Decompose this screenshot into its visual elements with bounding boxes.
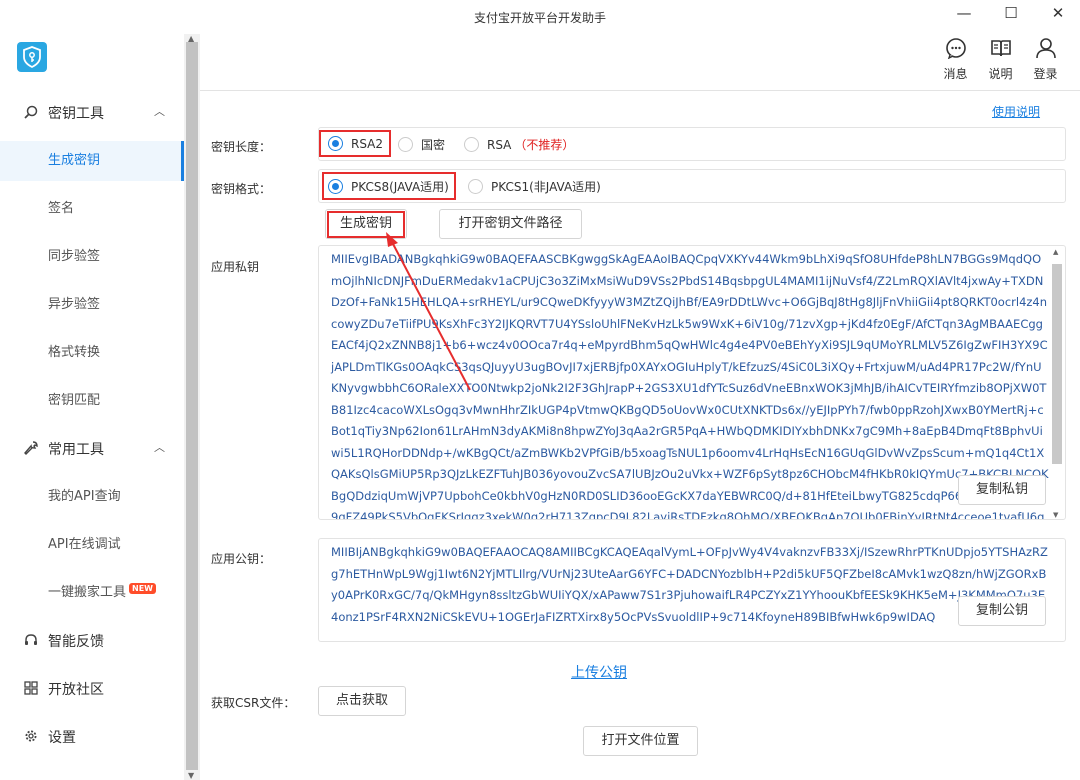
csr-label: 获取CSR文件： <box>211 696 296 710</box>
headset-icon <box>25 634 37 645</box>
scrollbar-thumb[interactable] <box>1052 264 1062 464</box>
private-key-scrollbar[interactable]: ▲ ▼ <box>1051 248 1063 519</box>
book-icon <box>990 40 1011 57</box>
sidebar-item-sign[interactable]: 签名 <box>0 189 184 229</box>
nav-group-label: 密钥工具 <box>48 106 104 122</box>
usage-link[interactable]: 使用说明 <box>992 103 1040 120</box>
minimize-button[interactable]: — <box>952 4 976 22</box>
radio-label: 国密 <box>421 138 446 152</box>
scroll-down-arrow-icon[interactable]: ▼ <box>1053 511 1058 519</box>
public-key-text: MIIBIjANBgkqhkiG9w0BAQEFAAOCAQ8AMIIBCgKC… <box>331 545 1048 624</box>
sidebar-item-key-match[interactable]: 密钥匹配 <box>0 381 184 421</box>
sidebar-item-api-debug[interactable]: API在线调试 <box>0 525 184 565</box>
private-key-text: MIIEvgIBADANBgkqhkiG9w0BAQEFAASCBKgwggSk… <box>331 252 1049 520</box>
radio-pkcs1[interactable]: PKCS1(非JAVA适用) <box>468 178 601 195</box>
nav-item-feedback[interactable]: 智能反馈 <box>0 621 184 661</box>
message-label: 消息 <box>943 67 968 81</box>
sidebar-item-generate-key[interactable]: 生成密钥 <box>0 141 184 181</box>
public-key-textarea[interactable]: MIIBIjANBgkqhkiG9w0BAQEFAAOCAQ8AMIIBCgKC… <box>318 538 1066 642</box>
nav-item-label: 设置 <box>48 730 76 746</box>
search-icon <box>24 105 38 119</box>
highlight-box <box>322 172 456 200</box>
sidebar-item-migrate-tool[interactable]: 一键搬家工具 NEW <box>0 573 184 613</box>
radio-dot <box>398 137 413 152</box>
chat-bubble-icon <box>945 38 966 59</box>
sidebar-item-format-convert[interactable]: 格式转换 <box>0 333 184 373</box>
radio-dot <box>468 179 483 194</box>
title-bar: 支付宝开放平台开发助手 — ☐ ✕ <box>0 0 1080 34</box>
nav-item-label: 开放社区 <box>48 682 104 698</box>
key-format-label: 密钥格式： <box>211 182 272 196</box>
login-button[interactable]: 登录 <box>1023 34 1068 86</box>
shield-key-icon <box>23 46 41 69</box>
docs-button[interactable]: 说明 <box>978 34 1023 86</box>
main-panel: 使用说明 密钥长度： RSA2 国密 RSA （不推荐） 密钥格式： PKCS8(… <box>200 90 1080 780</box>
message-button[interactable]: 消息 <box>933 34 978 86</box>
copy-public-key-button[interactable]: 复制公钥 <box>958 596 1046 626</box>
login-label: 登录 <box>1033 67 1058 81</box>
grid-icon <box>24 681 38 695</box>
highlight-box <box>319 130 391 157</box>
new-badge: NEW <box>129 583 156 594</box>
docs-label: 说明 <box>988 67 1013 81</box>
top-toolbar: 消息 说明 登录 <box>933 34 1068 86</box>
key-length-label: 密钥长度： <box>211 140 272 154</box>
wrench-icon <box>24 441 38 455</box>
nav-group-label: 常用工具 <box>48 442 104 458</box>
radio-guomi[interactable]: 国密 <box>398 136 445 153</box>
upload-public-key-link[interactable]: 上传公钥 <box>571 662 627 682</box>
close-button[interactable]: ✕ <box>1046 4 1070 22</box>
nav-group-common-tools[interactable]: 常用工具 ︿ <box>0 429 184 469</box>
scroll-down-arrow-icon[interactable]: ▼ <box>188 771 194 780</box>
gear-icon <box>25 730 37 742</box>
chevron-up-icon: ︿ <box>154 441 165 454</box>
window-title: 支付宝开放平台开发助手 <box>473 11 606 25</box>
not-recommended-warning: （不推荐） <box>514 138 575 152</box>
open-file-location-button[interactable]: 打开文件位置 <box>583 726 698 756</box>
public-key-label: 应用公钥： <box>211 552 272 566</box>
nav-item-community[interactable]: 开放社区 <box>0 669 184 709</box>
sidebar-item-async-verify[interactable]: 异步验签 <box>0 285 184 325</box>
nav-group-key-tools[interactable]: 密钥工具 ︿ <box>0 93 184 133</box>
scrollbar-thumb[interactable] <box>186 42 198 770</box>
highlight-box <box>327 211 405 238</box>
private-key-label: 应用私钥 <box>211 260 260 274</box>
radio-label: RSA <box>487 137 512 152</box>
sidebar-item-sync-verify[interactable]: 同步验签 <box>0 237 184 277</box>
app-logo <box>17 42 47 72</box>
radio-rsa[interactable]: RSA （不推荐） <box>464 136 574 153</box>
radio-label: PKCS1(非JAVA适用) <box>491 180 601 194</box>
user-icon <box>1035 38 1056 59</box>
copy-private-key-button[interactable]: 复制私钥 <box>958 475 1046 505</box>
scroll-up-arrow-icon[interactable]: ▲ <box>1053 248 1058 256</box>
sidebar-item-label: 一键搬家工具 <box>48 585 127 600</box>
chevron-up-icon: ︿ <box>154 105 165 118</box>
radio-dot <box>464 137 479 152</box>
sidebar: 密钥工具 ︿ 生成密钥 签名 同步验签 异步验签 格式转换 密钥匹配 常用工具 … <box>0 34 184 780</box>
private-key-textarea[interactable]: MIIEvgIBADANBgkqhkiG9w0BAQEFAASCBKgwggSk… <box>318 245 1066 520</box>
maximize-button[interactable]: ☐ <box>999 4 1023 22</box>
sidebar-item-my-api[interactable]: 我的API查询 <box>0 477 184 517</box>
nav-item-label: 智能反馈 <box>48 634 104 650</box>
open-key-path-button[interactable]: 打开密钥文件路径 <box>439 209 582 239</box>
get-csr-button[interactable]: 点击获取 <box>318 686 406 716</box>
sidebar-scrollbar[interactable]: ▲ ▼ <box>184 34 200 780</box>
nav-item-settings[interactable]: 设置 <box>0 717 184 757</box>
